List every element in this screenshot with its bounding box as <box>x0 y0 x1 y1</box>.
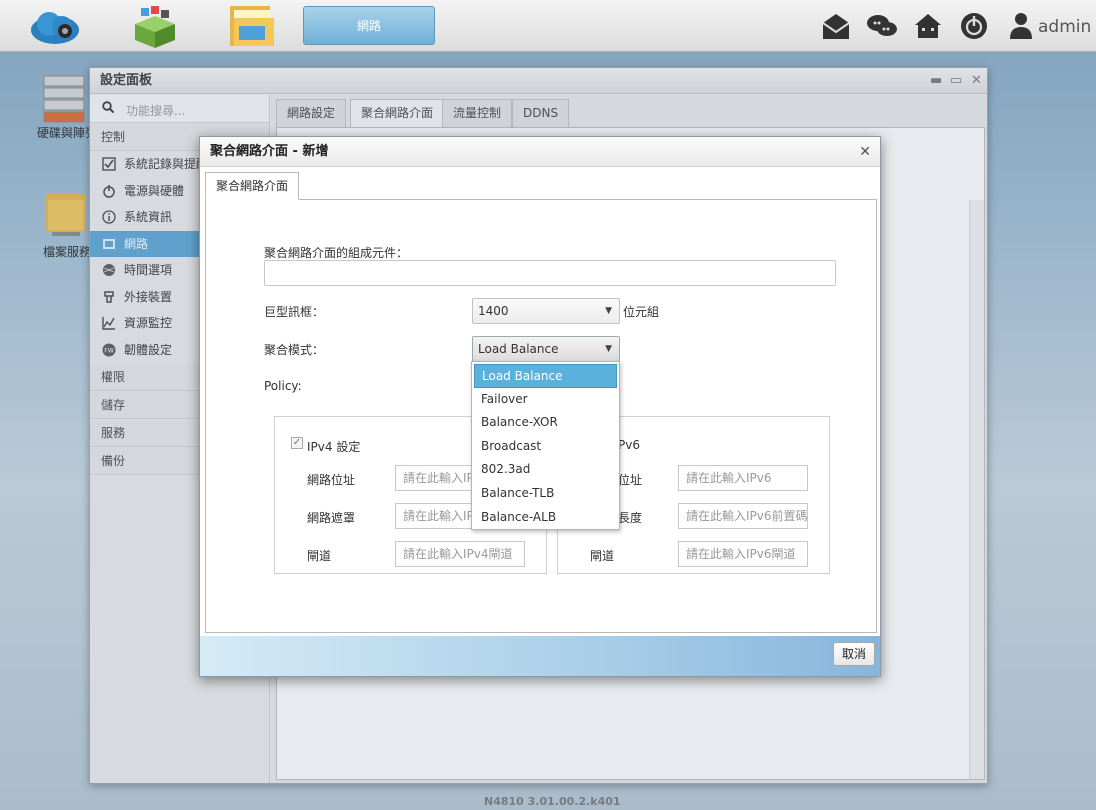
ipv6-gateway-input[interactable]: 請在此輸入IPv6閘道 <box>678 541 808 567</box>
mode-label: 聚合模式： <box>264 343 325 357</box>
ipv4-address-label: 網路位址 <box>307 473 356 487</box>
jumbo-frame-value: 1400 <box>478 304 509 318</box>
dropdown-option[interactable]: Balance-ALB <box>474 506 617 530</box>
mail-icon[interactable] <box>820 10 852 42</box>
close-icon[interactable]: ✕ <box>859 137 871 167</box>
dialog-footer: 取消 <box>200 636 880 676</box>
user-icon[interactable] <box>1005 10 1037 42</box>
dropdown-option[interactable]: Failover <box>474 388 617 412</box>
ipv6-gateway-label: 閘道 <box>590 549 615 563</box>
ipv4-title: IPv4 設定 <box>307 440 361 454</box>
dialog-titlebar[interactable]: 聚合網路介面 - 新增 ✕ <box>200 137 880 167</box>
chat-icon[interactable] <box>866 10 898 42</box>
cancel-button[interactable]: 取消 <box>833 642 875 666</box>
dialog-title: 聚合網路介面 - 新增 <box>210 144 329 159</box>
mode-value: Load Balance <box>478 342 559 356</box>
dropdown-option[interactable]: 802.3ad <box>474 458 617 482</box>
ipv4-gateway-input[interactable]: 請在此輸入IPv4閘道 <box>395 541 525 567</box>
policy-label: Policy: <box>264 379 302 393</box>
ipv4-gateway-label: 閘道 <box>307 549 332 563</box>
ipv6-address-input[interactable]: 請在此輸入IPv6 <box>678 465 808 491</box>
ipv4-netmask-label: 網路遮罩 <box>307 511 356 525</box>
member-field[interactable] <box>264 260 836 286</box>
ipv4-checkbox[interactable]: ✓ <box>291 437 303 449</box>
mode-dropdown-list: Load Balance Failover Balance-XOR Broadc… <box>471 361 620 530</box>
chevron-down-icon: ▼ <box>605 344 612 354</box>
house-icon[interactable] <box>912 10 944 42</box>
taskbar: 網路 admin <box>0 0 1096 52</box>
dropdown-option[interactable]: Load Balance <box>474 364 617 388</box>
folder-icon[interactable] <box>225 4 281 48</box>
packages-icon[interactable] <box>127 4 183 48</box>
mode-select[interactable]: Load Balance ▼ <box>472 336 620 362</box>
tab-aggregation-interface[interactable]: 聚合網路介面 <box>205 172 300 200</box>
dropdown-option[interactable]: Balance-XOR <box>474 411 617 435</box>
jumbo-frame-label: 巨型訊框： <box>264 305 325 319</box>
jumbo-frame-select[interactable]: 1400 ▼ <box>472 298 620 324</box>
power-icon[interactable] <box>958 10 990 42</box>
ipv6-address-label: 位址 <box>618 473 643 487</box>
dropdown-option[interactable]: Balance-TLB <box>474 482 617 506</box>
ipv6-prefix-label: 長度 <box>618 511 643 525</box>
ipv6-title: Pv6 <box>618 438 640 452</box>
member-label: 聚合網路介面的組成元件： <box>264 246 409 260</box>
jumbo-frame-unit: 位元組 <box>623 305 660 319</box>
chevron-down-icon: ▼ <box>605 306 612 316</box>
ipv6-prefix-input[interactable]: 請在此輸入IPv6前置碼 <box>678 503 808 529</box>
dropdown-option[interactable]: Broadcast <box>474 435 617 459</box>
user-name[interactable]: admin <box>1038 17 1091 37</box>
task-network[interactable]: 網路 <box>303 6 435 45</box>
cloud-icon[interactable] <box>27 4 83 48</box>
